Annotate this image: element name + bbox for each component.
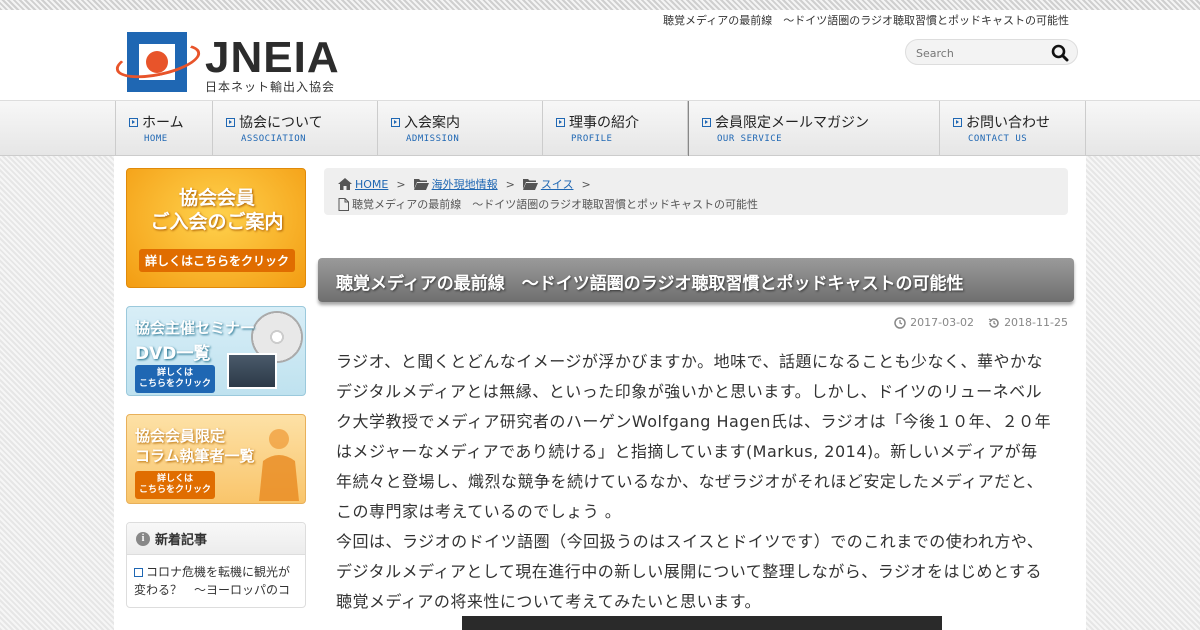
nav-item-mail-magazine[interactable]: 会員限定メールマガジン OUR SERVICE: [688, 101, 940, 156]
article-line: この専門家は考えているのでしょう 。: [336, 502, 622, 521]
article-body: ラジオ、と聞くとどんなイメージが浮かびますか。地味で、話題になることも少なく、華…: [336, 347, 1071, 617]
article-title-bar: 聴覚メディアの最前線 〜ドイツ語圏のラジオ聴取習慣とポッドキャストの可能性: [318, 258, 1074, 302]
banner-heading: ご入会のご案内: [150, 211, 284, 233]
site-header: 聴覚メディアの最前線 〜ドイツ語圏のラジオ聴取習慣とポッドキャストの可能性 JN…: [0, 10, 1200, 100]
nav-sublabel: CONTACT US: [968, 134, 1028, 144]
article-line: 聴覚メディアの将来性について考えてみたいと思います。: [336, 592, 762, 611]
article-line: デジタルメディアとして現在進行中の新しい展開について整理しながら、ラジオをはじめ…: [336, 562, 1042, 581]
play-box-icon: [702, 117, 711, 127]
nav-item-profile[interactable]: 理事の紹介 PROFILE: [543, 101, 688, 156]
play-box-icon: [129, 117, 138, 127]
nav-label: 理事の紹介: [569, 115, 639, 131]
home-icon: [338, 178, 352, 190]
breadcrumb-separator: >: [505, 177, 515, 191]
recent-post-title-cont: 変わる？ 〜ヨーロッパのコ: [134, 583, 291, 597]
recent-post-title: コロナ危機を転機に観光が: [146, 565, 291, 579]
nav-sublabel: OUR SERVICE: [717, 134, 783, 144]
article-line: はメジャーなメディアであり続ける」と指摘しています(Markus, 2014)。…: [336, 442, 1038, 461]
updated-date-text: 2018-11-25: [1004, 316, 1068, 329]
nav-item-home[interactable]: ホーム HOME: [115, 101, 213, 156]
search-icon[interactable]: [1051, 44, 1069, 62]
widget-header: i 新着記事: [127, 523, 305, 555]
article-line: デジタルメディアとは無縁、といった印象が強いかと思います。しかし、ドイツのリュー…: [336, 382, 1043, 401]
banner-cta-line: こちらをクリック: [139, 379, 212, 389]
published-date-text: 2017-03-02: [910, 316, 975, 329]
play-box-icon: [134, 568, 143, 577]
banner-cta: 詳しくはこちらをクリック: [135, 471, 215, 499]
nav-label: 入会案内: [404, 115, 460, 131]
article-line: ラジオ、と聞くとどんなイメージが浮かびますか。地味で、話題になることも少なく、華…: [336, 352, 1043, 371]
writer-person-icon: [259, 429, 299, 501]
breadcrumb-current: 聴覚メディアの最前線 〜ドイツ語圏のラジオ聴取習慣とポッドキャストの可能性: [352, 198, 759, 211]
breadcrumb-category-link[interactable]: 海外現地情報: [432, 176, 498, 192]
clock-icon: [894, 316, 906, 329]
published-date: 2017-03-02: [894, 316, 974, 329]
article-dates: 2017-03-02 2018-11-25: [860, 316, 1068, 329]
search-box: [905, 39, 1078, 65]
updated-date: 2018-11-25: [988, 316, 1068, 329]
banner-heading: DVD一覧: [135, 344, 211, 364]
breadcrumb-subcategory-link[interactable]: スイス: [541, 176, 574, 192]
article-title: 聴覚メディアの最前線 〜ドイツ語圏のラジオ聴取習慣とポッドキャストの可能性: [336, 274, 964, 294]
nav-sublabel: PROFILE: [571, 134, 613, 144]
info-icon: i: [136, 531, 150, 546]
play-box-icon: [226, 117, 235, 127]
breadcrumb-home-link[interactable]: HOME: [355, 178, 388, 191]
nav-label: お問い合わせ: [966, 115, 1050, 131]
nav-label: 協会について: [239, 115, 323, 131]
sidebar: 協会会員 ご入会のご案内 詳しくはこちらをクリック 協会主催セミナー DVD一覧…: [126, 168, 306, 608]
banner-heading: コラム執筆者一覧: [135, 447, 255, 465]
nav-item-admission[interactable]: 入会案内 ADMISSION: [378, 101, 543, 156]
nav-sublabel: HOME: [144, 134, 168, 144]
nav-item-contact[interactable]: お問い合わせ CONTACT US: [940, 101, 1086, 156]
banner-cta: 詳しくはこちらをクリック: [139, 249, 295, 272]
logo-subtitle: 日本ネット輸出入協会: [205, 80, 336, 94]
breadcrumb-separator: >: [396, 177, 406, 191]
article-image: [462, 616, 942, 630]
banner-heading: 協会会員限定: [135, 427, 226, 445]
nav-sublabel: ADMISSION: [406, 134, 460, 144]
membership-banner[interactable]: 協会会員 ご入会のご案内 詳しくはこちらをクリック: [126, 168, 306, 288]
main-nav: ホーム HOME 協会について ASSOCIATION 入会案内 ADMISSI…: [0, 100, 1200, 156]
file-icon: [338, 197, 349, 211]
breadcrumb-separator: >: [581, 177, 591, 191]
banner-cta-line: 詳しくは: [156, 474, 193, 484]
article-line: 年続々と登場し、熾烈な競争を続けているなか、なぜラジオがそれほど安定したメディア…: [336, 472, 1044, 491]
play-box-icon: [953, 117, 962, 127]
nav-sublabel: ASSOCIATION: [241, 134, 307, 144]
column-writers-banner[interactable]: 協会会員限定 コラム執筆者一覧 詳しくは こちらをクリック: [126, 414, 306, 504]
logo-text: JNEIA: [205, 33, 340, 82]
breadcrumb: HOME > 海外現地情報 > スイス > 聴覚メディアの最前線 〜ドイツ語圏の…: [324, 168, 1068, 215]
site-logo[interactable]: JNEIA 日本ネット輸出入協会: [112, 30, 345, 96]
seminar-photo: [227, 353, 277, 389]
article-line: ク大学教授でメディア研究者のハーゲンWolfgang Hagen氏は、ラジオは「…: [336, 412, 1052, 431]
banner-cta: 詳しくはこちらをクリック: [135, 365, 215, 393]
recent-posts-widget: i 新着記事 コロナ危機を転機に観光が 変わる？ 〜ヨーロッパのコ: [126, 522, 306, 608]
play-box-icon: [556, 117, 565, 127]
seminar-dvd-banner[interactable]: 協会主催セミナー DVD一覧 詳しくは こちらをクリック: [126, 306, 306, 396]
widget-title: 新着記事: [155, 533, 208, 548]
banner-heading: 協会会員: [178, 187, 255, 209]
banner-heading: 協会主催セミナー: [135, 319, 256, 337]
top-stripe: [0, 0, 1200, 10]
folder-open-icon: [522, 179, 538, 190]
play-box-icon: [391, 117, 400, 127]
site-tagline: 聴覚メディアの最前線 〜ドイツ語圏のラジオ聴取習慣とポッドキャストの可能性: [662, 14, 1069, 27]
article-line: 今回は、ラジオのドイツ語圏（今回扱うのはスイスとドイツです）でのこれまでの使われ…: [336, 532, 1044, 551]
search-input[interactable]: [916, 44, 1046, 62]
nav-item-association[interactable]: 協会について ASSOCIATION: [213, 101, 378, 156]
folder-open-icon: [413, 179, 429, 190]
nav-label: ホーム: [142, 115, 184, 131]
banner-cta-line: 詳しくは: [156, 368, 193, 378]
banner-cta-line: こちらをクリック: [139, 485, 212, 495]
recent-post-link[interactable]: コロナ危機を転機に観光が 変わる？ 〜ヨーロッパのコ: [127, 555, 305, 607]
nav-label: 会員限定メールマガジン: [715, 115, 869, 131]
history-icon: [988, 317, 999, 328]
